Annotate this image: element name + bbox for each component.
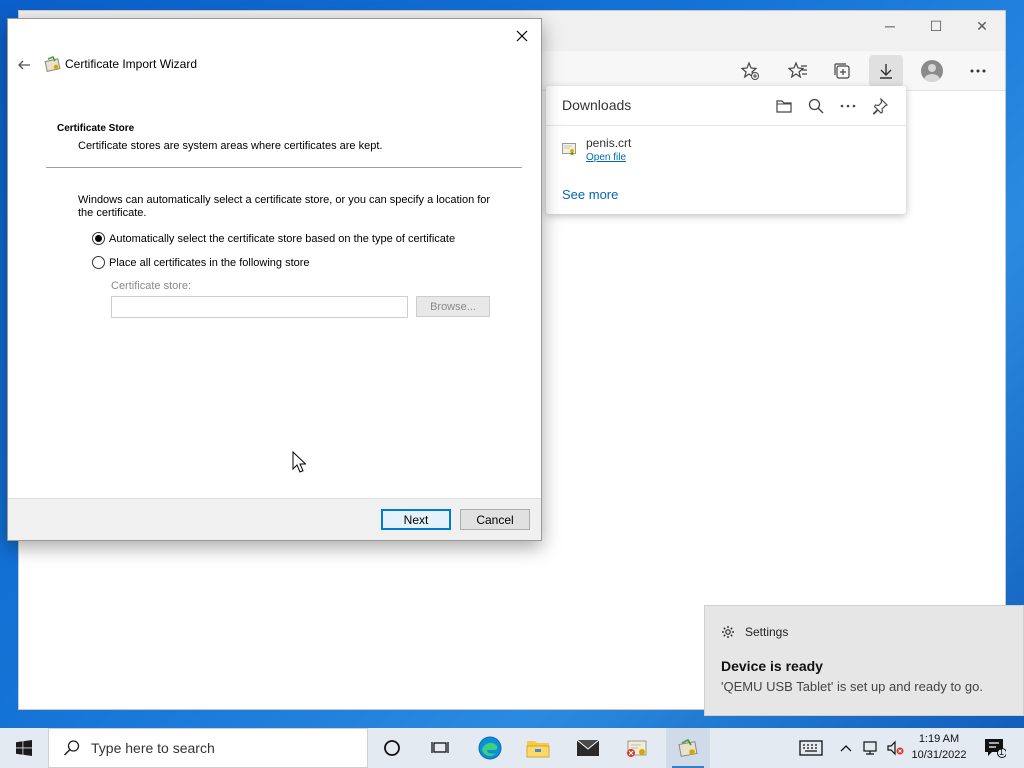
certificate-store-field — [111, 296, 408, 318]
downloads-title: Downloads — [562, 97, 632, 113]
show-hidden-icons-button[interactable] — [836, 728, 856, 768]
open-folder-button[interactable] — [773, 95, 795, 117]
taskbar-search-box[interactable]: Type here to search — [48, 728, 368, 768]
dialog-footer: Next Cancel — [8, 498, 541, 540]
keyboard-icon — [799, 740, 823, 756]
close-icon — [516, 30, 528, 42]
task-view-button[interactable] — [420, 728, 460, 768]
intro-text: Windows can automatically select a certi… — [78, 194, 491, 219]
taskbar: Type here to search 1:19 AM 10/31/2022 1 — [0, 728, 1024, 768]
taskbar-mail[interactable] — [568, 728, 608, 768]
favorites-icon — [788, 61, 807, 79]
certificate-import-wizard: Certificate Import Wizard Certificate St… — [7, 18, 542, 541]
close-button[interactable]: ✕ — [959, 11, 1005, 41]
windows-logo-icon — [16, 740, 32, 756]
radio-selected-icon[interactable] — [92, 232, 105, 245]
pin-downloads-button[interactable] — [869, 95, 891, 117]
toast-app: Settings — [721, 625, 788, 639]
search-icon — [63, 740, 80, 756]
search-downloads-button[interactable] — [805, 95, 827, 117]
taskbar-clock[interactable]: 1:19 AM 10/31/2022 — [904, 731, 974, 763]
edge-icon — [478, 736, 502, 760]
notification-toast[interactable]: Settings Device is ready 'QEMU USB Table… — [704, 605, 1024, 716]
avatar — [921, 60, 943, 82]
back-arrow-icon — [18, 60, 30, 70]
toast-body: 'QEMU USB Tablet' is set up and ready to… — [721, 679, 983, 694]
toast-app-name: Settings — [745, 625, 789, 639]
clock-time: 1:19 AM — [918, 733, 960, 745]
profile-button[interactable] — [915, 55, 949, 87]
search-placeholder: Type here to search — [91, 740, 215, 756]
settings-more-button[interactable] — [961, 55, 995, 87]
certificate-wizard-icon — [678, 738, 698, 757]
see-more-link[interactable]: See more — [562, 187, 618, 202]
input-indicator-button[interactable] — [794, 728, 828, 768]
next-button[interactable]: Next — [381, 509, 451, 530]
minimize-button[interactable]: ─ — [867, 11, 913, 41]
start-button[interactable] — [0, 728, 48, 768]
download-icon — [880, 64, 892, 79]
collections-button[interactable] — [825, 55, 859, 87]
mail-icon — [576, 739, 600, 756]
taskbar-certificate-manager[interactable] — [616, 728, 658, 768]
task-view-icon — [431, 742, 449, 753]
certificate-icon — [627, 740, 647, 757]
maximize-button[interactable]: ☐ — [913, 11, 959, 41]
more-icon — [840, 104, 856, 108]
dialog-title: Certificate Import Wizard — [65, 57, 198, 71]
mouse-cursor-icon — [292, 451, 306, 473]
more-icon — [970, 69, 986, 73]
taskbar-file-explorer[interactable] — [518, 728, 558, 768]
star-plus-icon — [740, 61, 759, 80]
cortana-icon — [384, 740, 400, 756]
volume-button[interactable] — [884, 728, 906, 768]
downloads-panel: Downloads penis.crt Open file See more — [546, 86, 906, 214]
folder-icon — [776, 100, 792, 113]
certificate-wizard-icon — [44, 56, 61, 72]
section-title: Certificate Store — [57, 123, 135, 134]
back-button[interactable] — [14, 55, 34, 75]
collections-icon — [834, 63, 850, 79]
auto-select-store-label: Automatically select the certificate sto… — [109, 232, 456, 245]
clock-date: 10/31/2022 — [911, 749, 967, 761]
network-icon — [863, 741, 877, 755]
downloads-header: Downloads — [546, 86, 906, 126]
radio-unselected-icon[interactable] — [92, 256, 105, 269]
gear-icon — [722, 626, 734, 638]
downloads-more-button[interactable] — [837, 95, 859, 117]
dialog-close-button[interactable] — [511, 25, 533, 47]
search-icon — [808, 98, 824, 114]
section-description: Certificate stores are system areas wher… — [78, 140, 383, 152]
folder-icon — [526, 741, 550, 758]
auto-select-store-option[interactable]: Automatically select the certificate sto… — [92, 232, 455, 245]
place-in-store-label: Place all certificates in the following … — [109, 256, 310, 269]
chevron-up-icon — [840, 745, 852, 752]
network-button[interactable] — [860, 728, 882, 768]
action-center-button[interactable]: 1 — [978, 728, 1012, 768]
cortana-button[interactable] — [372, 728, 412, 768]
volume-muted-icon — [887, 740, 904, 756]
open-file-link[interactable]: Open file — [586, 152, 626, 163]
taskbar-certificate-wizard[interactable] — [666, 728, 710, 768]
place-in-store-option[interactable]: Place all certificates in the following … — [92, 256, 310, 269]
taskbar-edge[interactable] — [470, 728, 510, 768]
add-favorite-button[interactable] — [733, 55, 767, 87]
certificate-file-icon — [562, 143, 576, 156]
download-filename: penis.crt — [586, 136, 632, 150]
notification-count-badge: 1 — [999, 747, 1005, 757]
toast-title: Device is ready — [721, 658, 823, 674]
downloads-button[interactable] — [869, 55, 903, 87]
header-divider — [46, 167, 522, 168]
pin-icon — [872, 97, 888, 115]
cancel-button[interactable]: Cancel — [460, 509, 530, 530]
certificate-store-label: Certificate store: — [111, 280, 192, 292]
browse-button: Browse... — [416, 296, 490, 317]
favorites-button[interactable] — [781, 55, 815, 87]
